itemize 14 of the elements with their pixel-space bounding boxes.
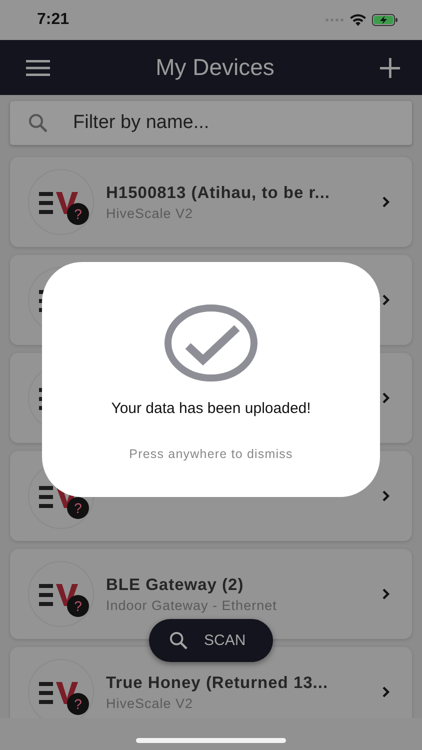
screen-title: My Devices	[156, 54, 274, 81]
device-type: HiveScale V2	[106, 696, 194, 710]
unknown-badge: ?	[67, 497, 89, 519]
dialog-hint: Press anywhere to dismiss	[129, 447, 293, 461]
unknown-badge: ?	[67, 203, 89, 225]
unknown-badge: ?	[67, 693, 89, 715]
device-name: BLE Gateway (2)	[106, 576, 245, 594]
device-type: HiveScale V2	[106, 206, 194, 220]
status-time: 7:21	[37, 11, 70, 29]
unknown-badge: ?	[67, 595, 89, 617]
dialog-message: Your data has been uploaded!	[111, 400, 311, 417]
device-name: True Honey (Returned 13...	[106, 674, 330, 692]
device-name: H1500813 (Atihau, to be r...	[106, 184, 331, 202]
device-type: Indoor Gateway - Ethernet	[106, 598, 278, 612]
